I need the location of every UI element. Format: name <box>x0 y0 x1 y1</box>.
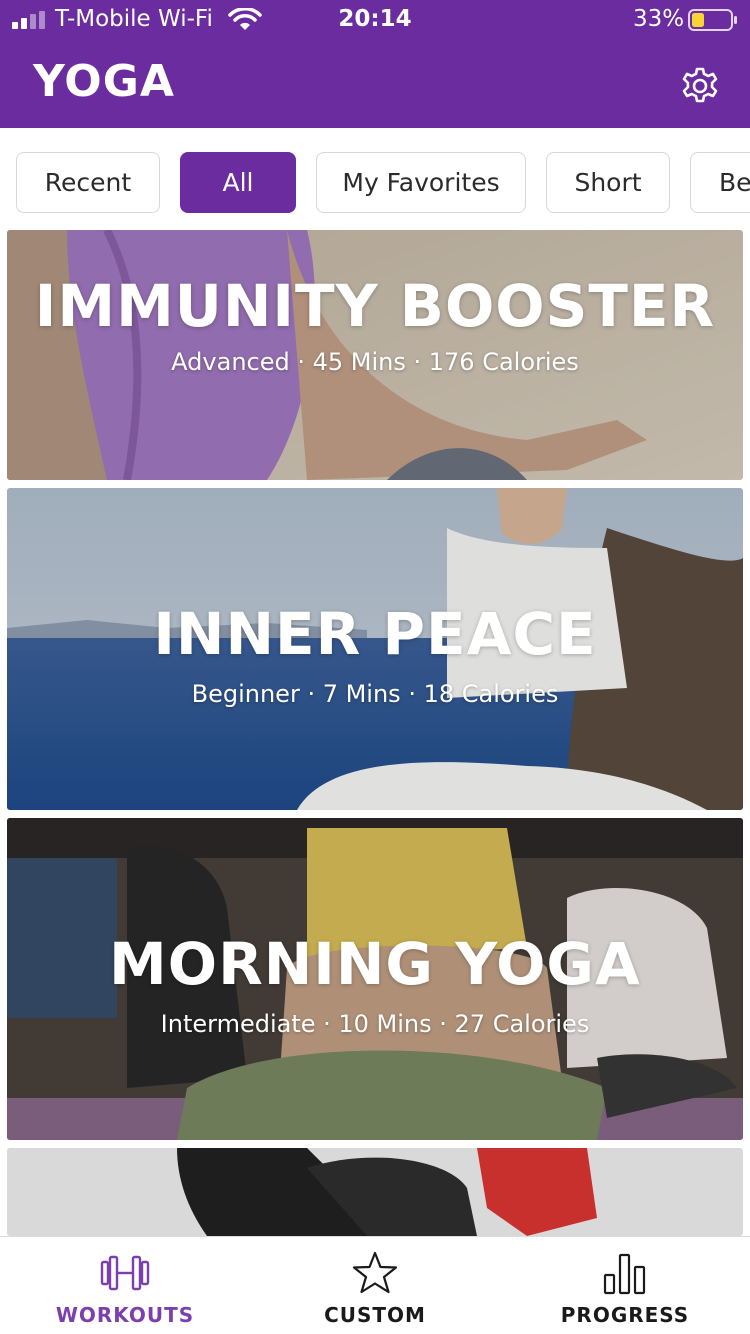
dumbbell-icon <box>100 1255 150 1291</box>
workout-title: MORNING YOGA <box>109 930 641 998</box>
filter-chip-be[interactable]: Be <box>690 152 750 213</box>
tab-label: PROGRESS <box>560 1303 690 1327</box>
workout-details: Intermediate · 10 Mins · 27 Calories <box>160 1010 590 1038</box>
filter-chip-my-favorites[interactable]: My Favorites <box>316 152 526 213</box>
tab-label: CUSTOM <box>324 1303 426 1327</box>
filter-chip-row: Recent All My Favorites Short Be <box>0 128 750 230</box>
star-icon <box>352 1251 398 1294</box>
bottom-tab-bar: WORKOUTS CUSTOM PROGRESS <box>0 1236 750 1334</box>
workout-photo <box>7 1148 743 1236</box>
filter-chip-short[interactable]: Short <box>546 152 670 213</box>
battery-percentage: 33% <box>633 6 685 32</box>
workout-card-morning-yoga[interactable]: MORNING YOGA Intermediate · 10 Mins · 27… <box>7 818 743 1140</box>
workout-title: IMMUNITY BOOSTER <box>34 272 716 340</box>
workout-details: Beginner · 7 Mins · 18 Calories <box>191 680 559 708</box>
tab-custom[interactable]: CUSTOM <box>250 1237 500 1334</box>
tab-workouts[interactable]: WORKOUTS <box>0 1237 250 1334</box>
status-bar: T-Mobile Wi-Fi 20:14 33% <box>0 0 750 44</box>
tab-label: WORKOUTS <box>55 1303 195 1327</box>
workout-card-inner-peace[interactable]: INNER PEACE Beginner · 7 Mins · 18 Calor… <box>7 488 743 810</box>
app-header: T-Mobile Wi-Fi 20:14 33% YOGA <box>0 0 750 128</box>
workout-card-partial[interactable] <box>7 1148 743 1236</box>
filter-chip-recent[interactable]: Recent <box>16 152 160 213</box>
gear-icon[interactable] <box>678 63 722 107</box>
filter-chip-all[interactable]: All <box>180 152 296 213</box>
workout-title: INNER PEACE <box>153 600 597 668</box>
battery-icon <box>688 9 737 31</box>
workout-details: Advanced · 45 Mins · 176 Calories <box>171 348 579 376</box>
bar-chart-icon <box>603 1253 646 1295</box>
page-title: YOGA <box>33 56 175 107</box>
tab-progress[interactable]: PROGRESS <box>500 1237 750 1334</box>
workout-card-immunity-booster[interactable]: IMMUNITY BOOSTER Advanced · 45 Mins · 17… <box>7 230 743 480</box>
